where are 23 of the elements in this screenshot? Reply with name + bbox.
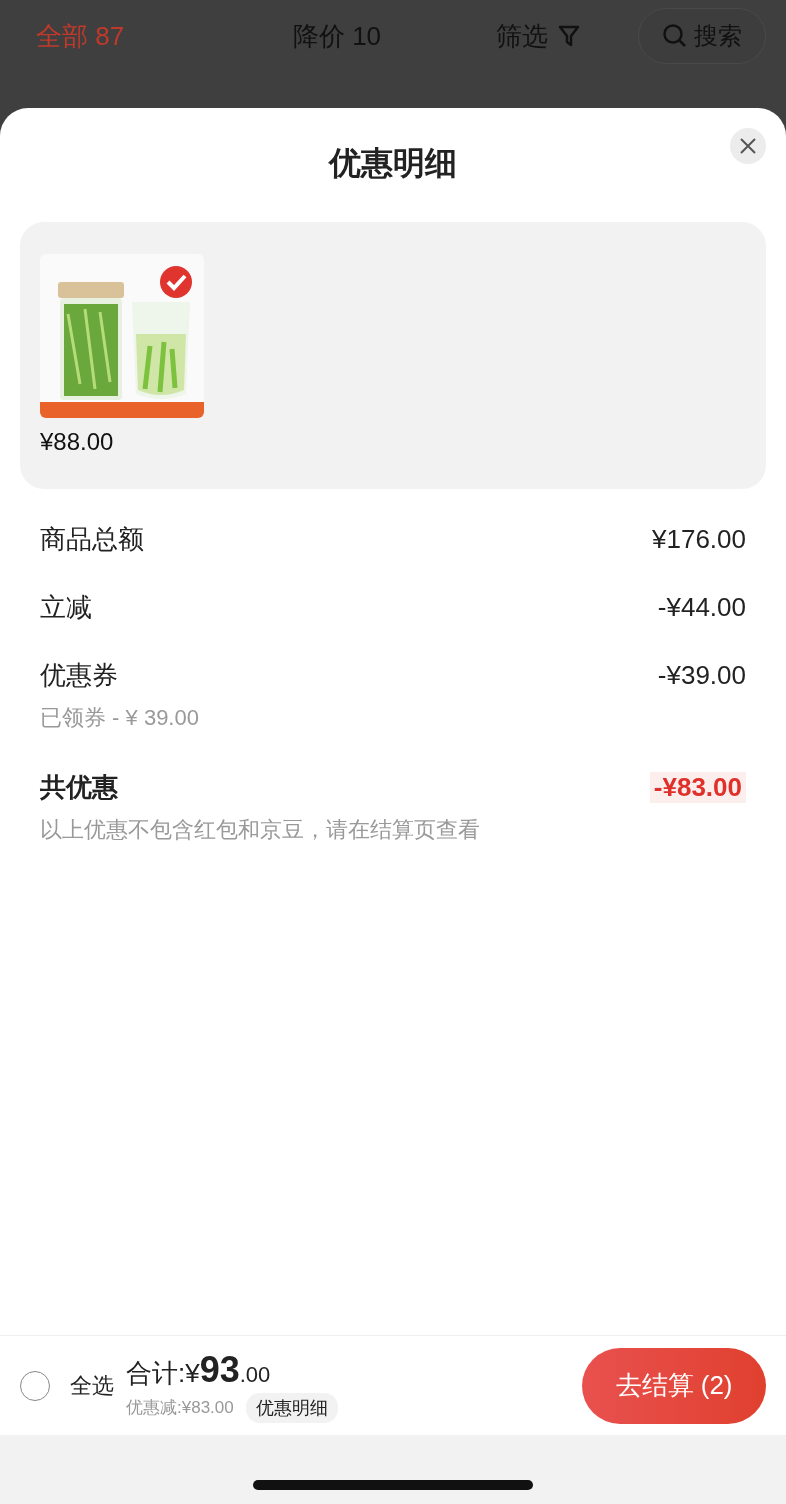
discount-detail-button[interactable]: 优惠明细 [245, 1392, 338, 1423]
close-button[interactable] [730, 128, 766, 164]
total-price: 合计:¥93.00 [126, 1348, 272, 1391]
line-label: 共优惠 [40, 770, 118, 804]
line-amount: -¥44.00 [657, 591, 746, 623]
select-all-checkbox[interactable] [20, 1370, 50, 1401]
close-icon [739, 137, 757, 155]
select-all-label: 全选 [70, 1371, 114, 1400]
checkout-button[interactable]: 去结算 (2) [582, 1347, 766, 1424]
line-label: 商品总额 [40, 522, 144, 556]
line-note: 已领券 - ¥ 39.00 [40, 704, 199, 732]
sheet-title: 优惠明细 [329, 144, 457, 183]
line-label: 立减 [40, 590, 92, 624]
search-icon [662, 23, 688, 49]
product-price: ¥88.00 [40, 428, 114, 456]
line-amount: -¥39.00 [657, 659, 746, 691]
discount-amount: 优惠减:¥83.00 [126, 1397, 234, 1419]
line-amount: -¥83.00 [649, 771, 746, 803]
line-label: 优惠券 [40, 658, 118, 692]
line-amount: ¥176.00 [652, 523, 746, 555]
tab[interactable]: 全部 87 [36, 8, 125, 64]
filter-icon [557, 24, 580, 48]
line-note: 以上优惠不包含红包和京豆，请在结算页查看 [40, 816, 480, 844]
